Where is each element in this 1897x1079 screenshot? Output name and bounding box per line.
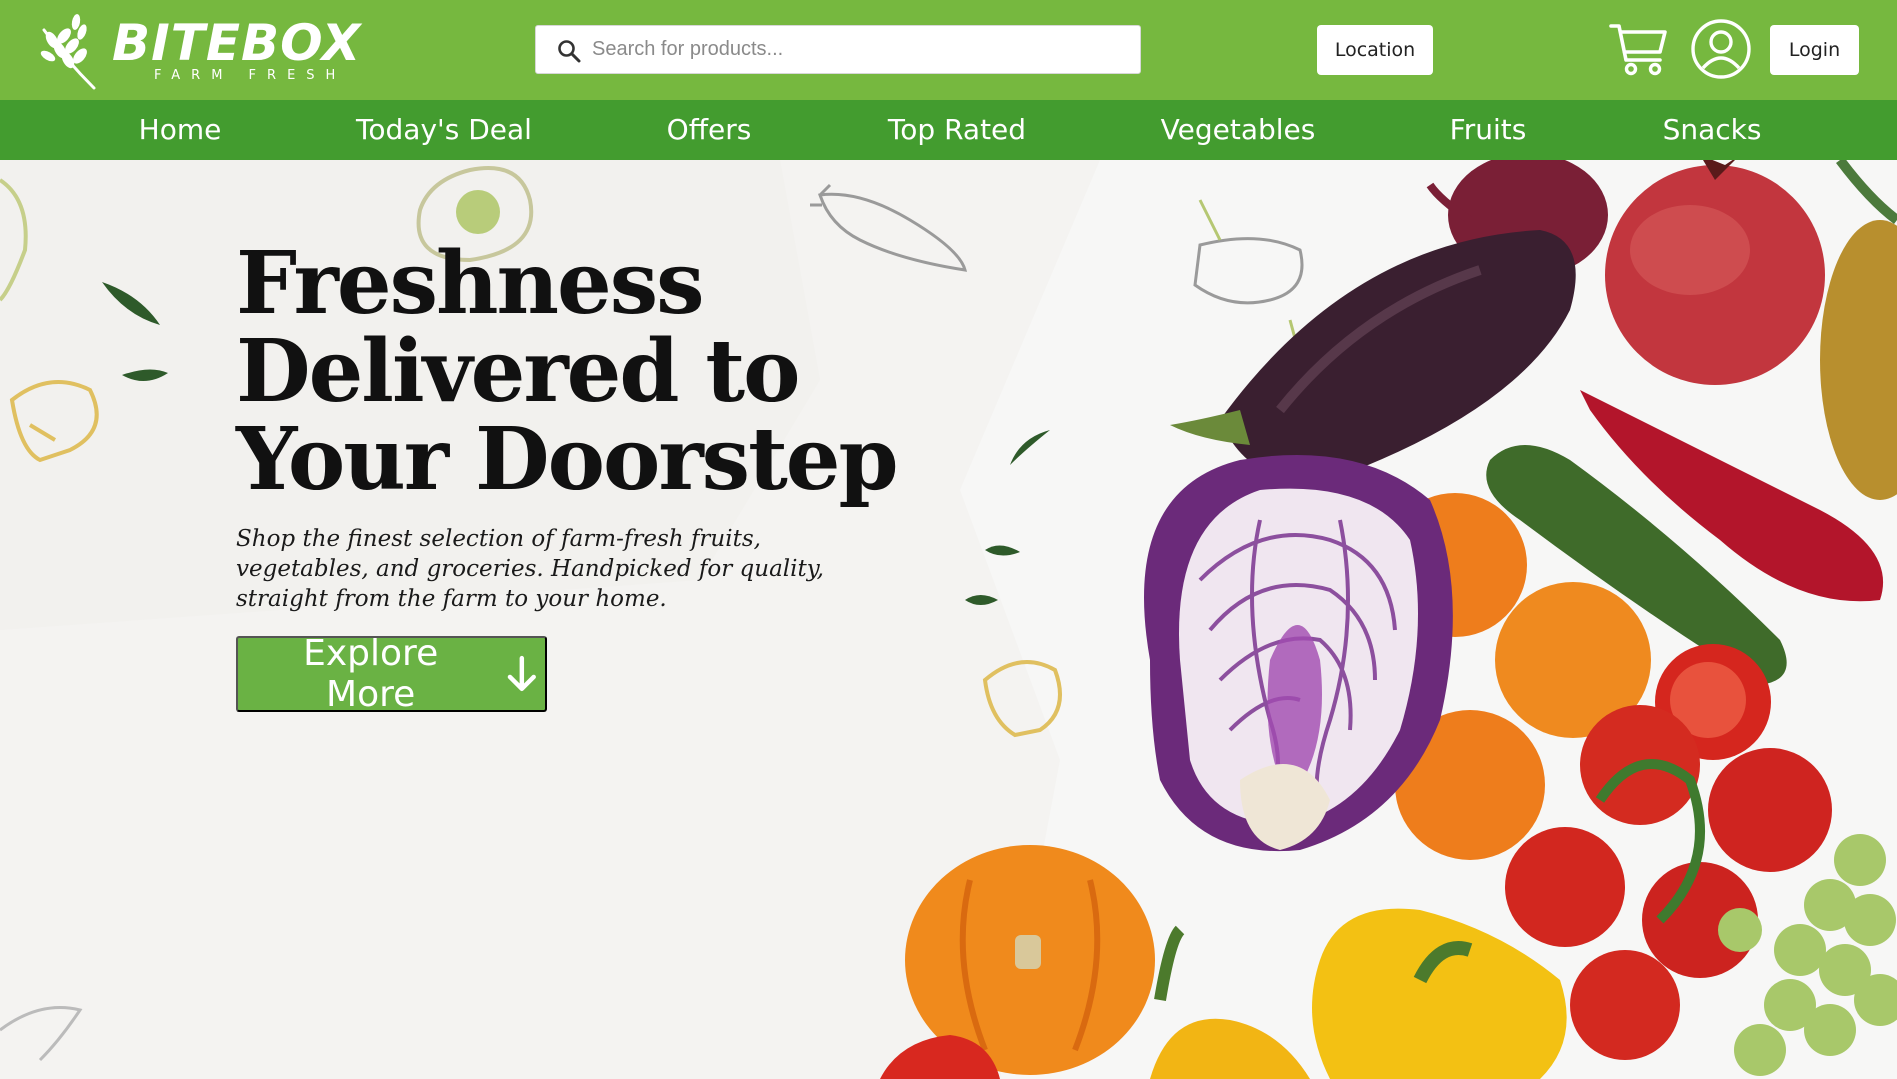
nav-item-snacks[interactable]: Snacks (1663, 100, 1762, 160)
nav-item-fruits[interactable]: Fruits (1450, 100, 1527, 160)
hero-headline-line-1: Freshness (236, 233, 705, 334)
brand-logo[interactable]: BITEBOX FARM FRESH (36, 10, 366, 92)
login-button[interactable]: Login (1770, 25, 1859, 75)
main-nav: Home Today's Deal Offers Top Rated Veget… (0, 100, 1897, 160)
shopping-cart-icon[interactable] (1608, 18, 1670, 80)
nav-item-home[interactable]: Home (139, 100, 222, 160)
explore-more-button[interactable]: Explore More (236, 633, 547, 715)
hero-subtext: Shop the finest selection of farm-fresh … (236, 526, 824, 612)
location-button[interactable]: Location (1317, 25, 1433, 75)
hero-section: Freshness Delivered to Your Doorstep Sho… (0, 160, 1897, 1079)
hero-headline-line-2: Delivered to (236, 321, 801, 422)
user-account-icon[interactable] (1690, 18, 1752, 80)
wheat-icon (40, 14, 96, 90)
explore-more-label: Explore More (303, 633, 439, 715)
hero-headline: Freshness Delivered to Your Doorstep (236, 240, 956, 504)
nav-item-todays-deal[interactable]: Today's Deal (356, 100, 532, 160)
search-input[interactable] (592, 26, 1122, 73)
search-icon (558, 40, 581, 63)
arrow-down-icon (508, 655, 537, 692)
top-bar: BITEBOX FARM FRESH Location Login (0, 0, 1897, 100)
hero-headline-line-3: Your Doorstep (236, 409, 899, 510)
nav-item-offers[interactable]: Offers (667, 100, 752, 160)
brand-name: BITEBOX (112, 14, 362, 72)
nav-item-top-rated[interactable]: Top Rated (888, 100, 1026, 160)
search-bar (535, 25, 1141, 74)
nav-item-vegetables[interactable]: Vegetables (1161, 100, 1316, 160)
brand-tagline: FARM FRESH (154, 68, 347, 83)
